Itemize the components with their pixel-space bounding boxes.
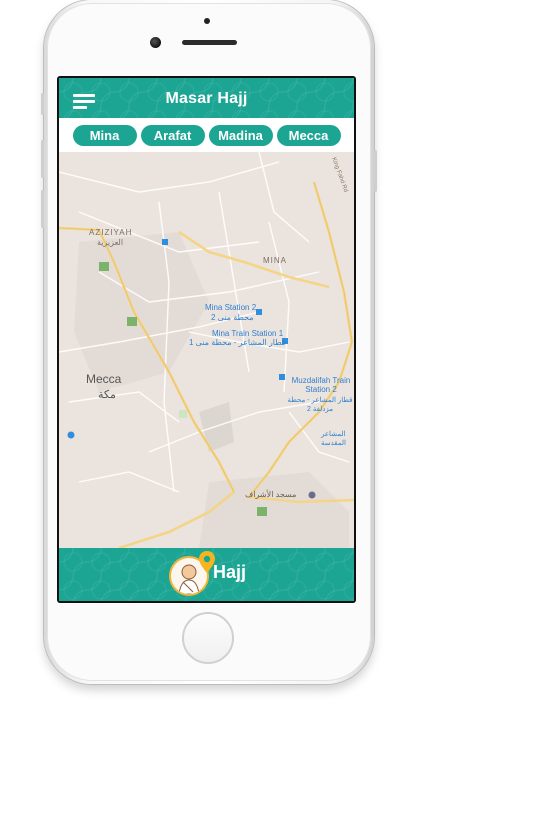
app-window: Masar Hajj Mina Arafat Madina Mecca AZIZ… bbox=[59, 78, 354, 601]
tab-mina[interactable]: Mina bbox=[72, 124, 137, 146]
volume-down-button[interactable] bbox=[41, 190, 44, 228]
map-label-aziziyah-ar: العزيزية bbox=[97, 238, 124, 247]
map-label-mina-station-1-ar: قطار المشاعر - محطة منى 1 bbox=[189, 338, 286, 347]
tab-arafat[interactable]: Arafat bbox=[140, 124, 205, 146]
map-roads bbox=[59, 152, 354, 548]
map-label-aziziyah: AZIZIYAH bbox=[89, 228, 133, 237]
phone-screen: Masar Hajj Mina Arafat Madina Mecca AZIZ… bbox=[57, 76, 356, 603]
map-label-muzdalifah: Muzdalifah Train Station 2 bbox=[291, 376, 351, 394]
map-label-mecca-ar: مكة bbox=[98, 389, 116, 401]
tab-mecca[interactable]: Mecca bbox=[276, 124, 341, 146]
map-label-mashaer-ar: المشاعر المقدسة bbox=[321, 431, 346, 447]
map-label-mina-station-2-ar: محطة منى 2 bbox=[211, 313, 254, 322]
map-label-mina-station-2: Mina Station 2 bbox=[205, 303, 257, 312]
bottom-bar: Hajj bbox=[59, 548, 354, 601]
map-label-mina: MINA bbox=[263, 256, 287, 265]
proximity-sensor bbox=[204, 18, 210, 24]
map-label-mosque-ar: مسجد الأشراف bbox=[245, 490, 297, 499]
map-label-mecca: Mecca bbox=[86, 372, 122, 386]
front-camera-icon bbox=[150, 37, 161, 48]
home-button[interactable] bbox=[182, 612, 234, 664]
hajj-label: Hajj bbox=[213, 562, 247, 582]
top-bar: Masar Hajj bbox=[59, 78, 354, 118]
location-tabs: Mina Arafat Madina Mecca bbox=[59, 118, 354, 152]
map-view[interactable]: AZIZIYAH العزيزية MINA Mecca مكة Mina St… bbox=[59, 152, 354, 548]
tab-madina[interactable]: Madina bbox=[208, 124, 273, 146]
earpiece-speaker bbox=[182, 40, 237, 45]
map-label-muzdalifah-ar: قطار المشاعر - محطة مزدلفة 2 bbox=[287, 397, 353, 413]
app-title: Masar Hajj bbox=[165, 90, 248, 107]
power-button[interactable] bbox=[374, 150, 377, 192]
mute-switch[interactable] bbox=[41, 93, 44, 115]
map-label-mina-station-1: Mina Train Station 1 bbox=[212, 329, 284, 338]
volume-up-button[interactable] bbox=[41, 140, 44, 178]
